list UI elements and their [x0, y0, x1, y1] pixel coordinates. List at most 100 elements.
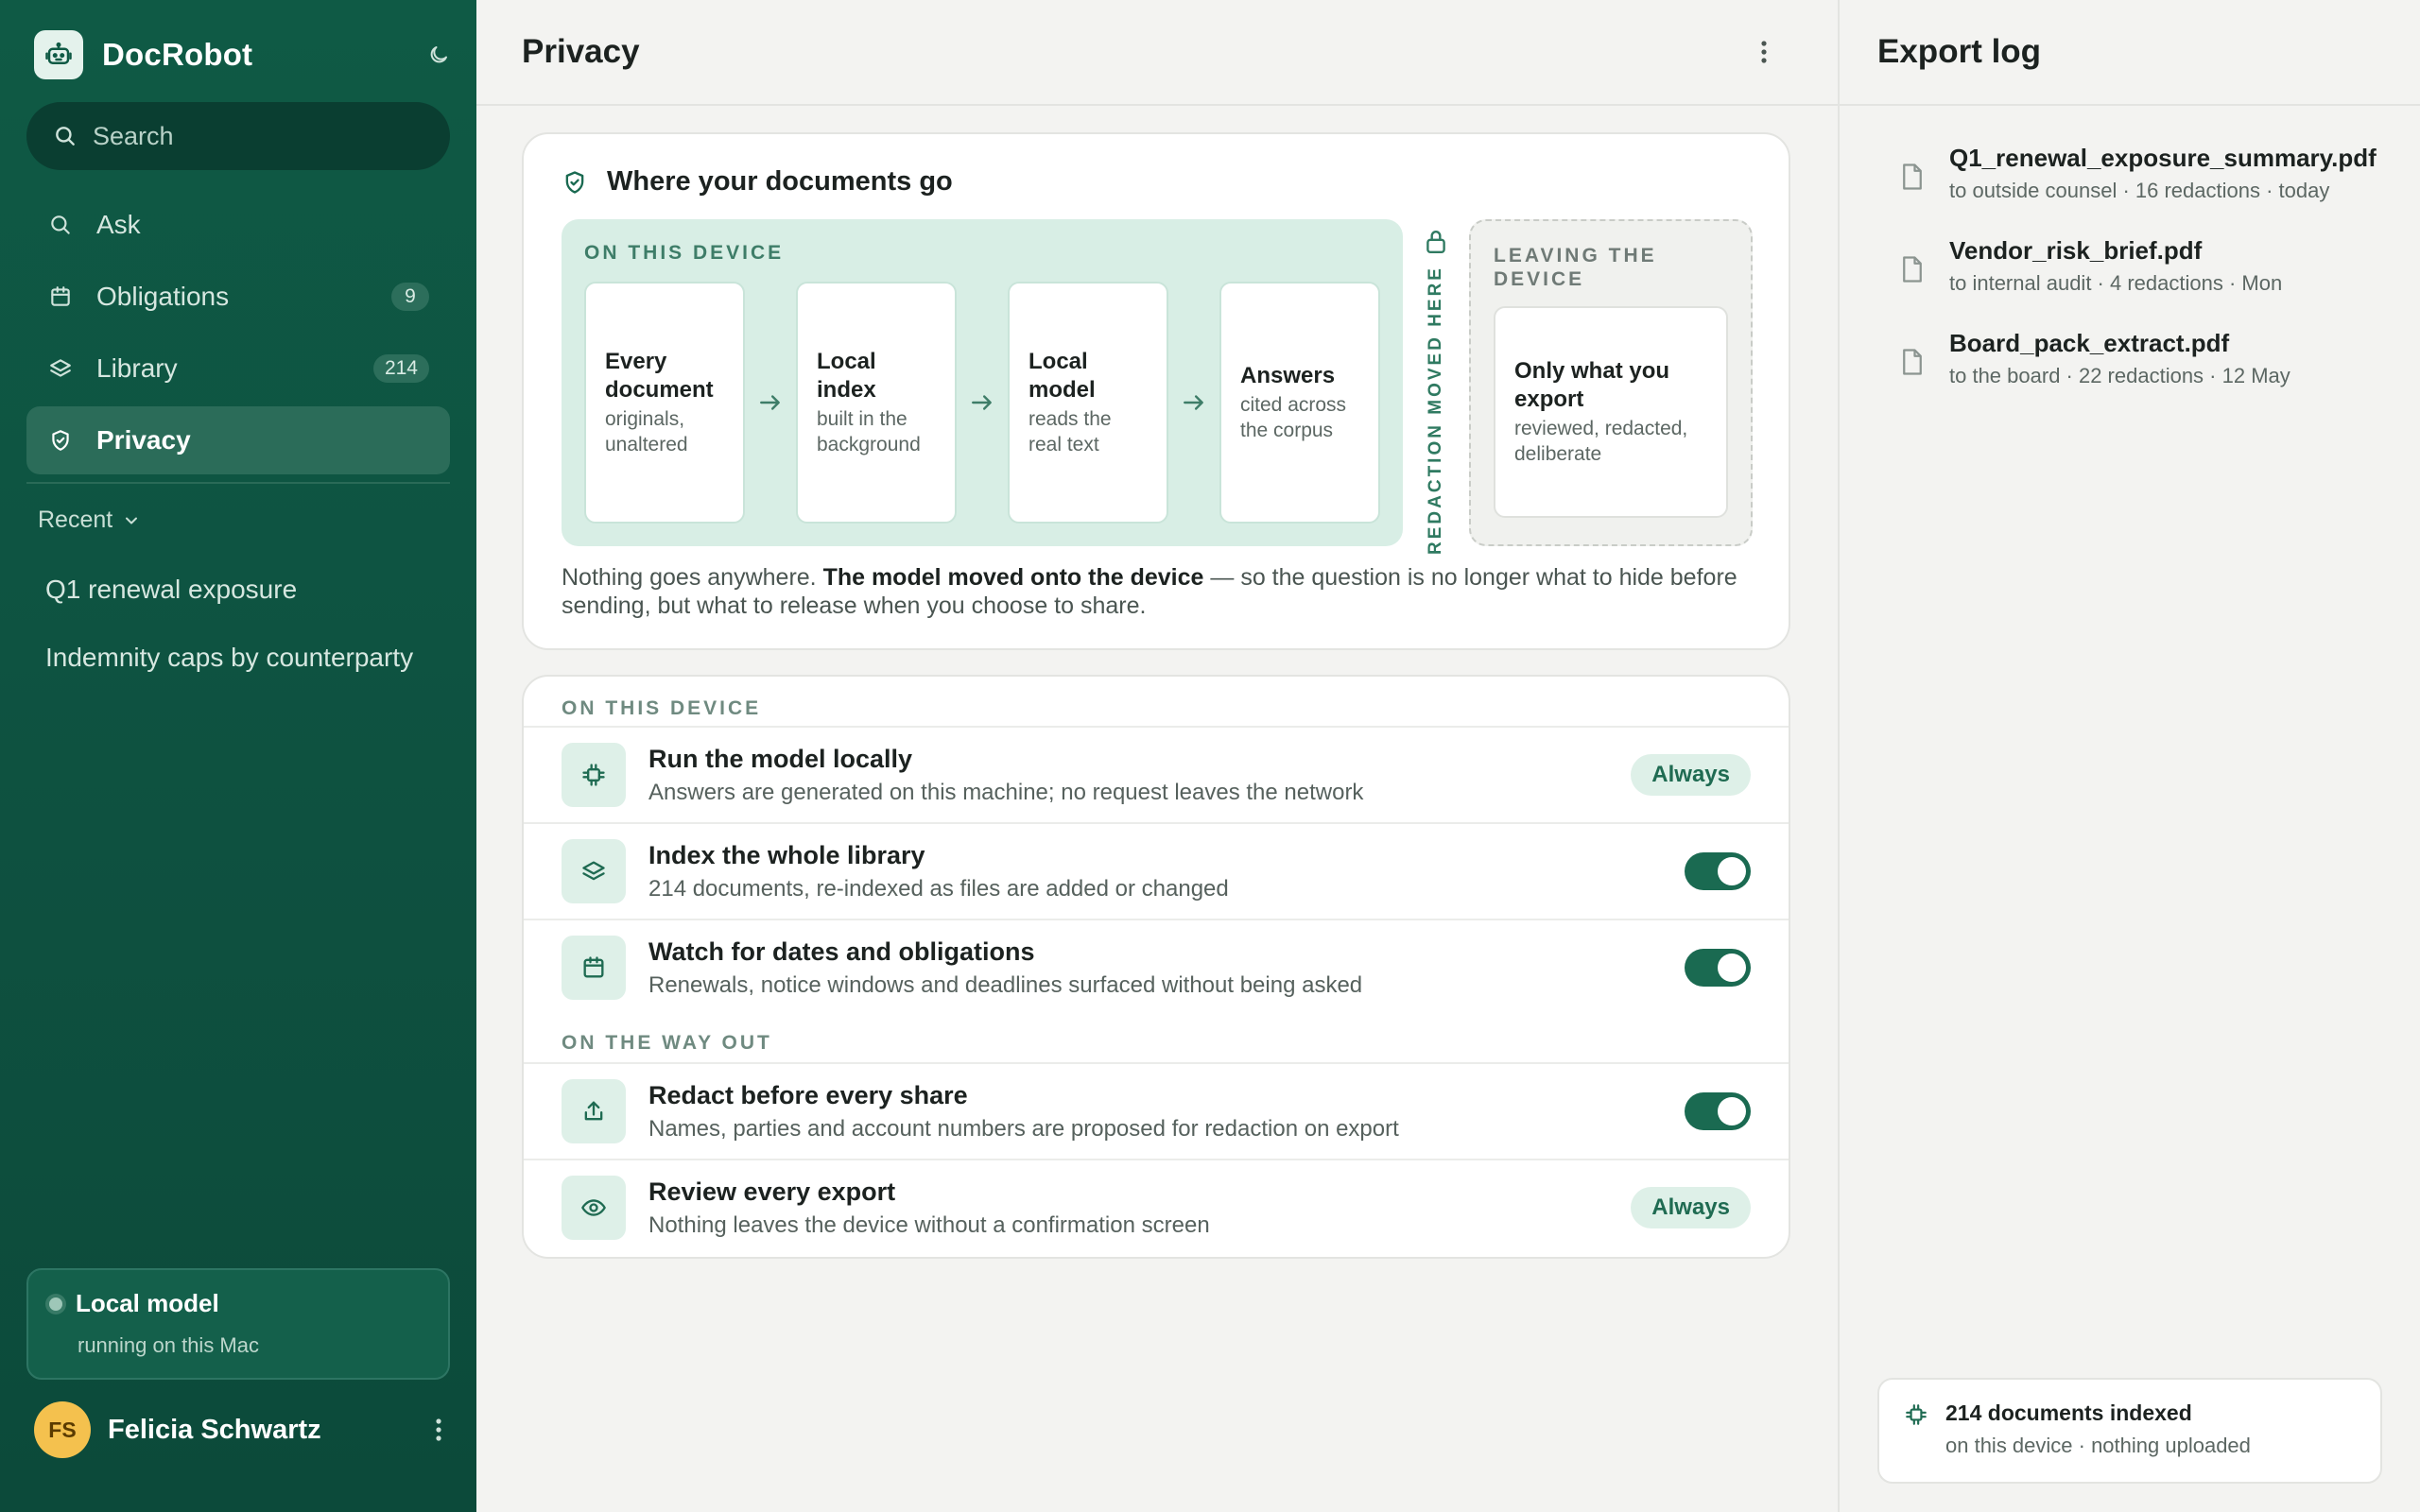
count-badge: 9: [391, 283, 429, 311]
setting-index-library: Index the whole library 214 documents, r…: [524, 822, 1789, 919]
sidebar-item-label: Ask: [96, 210, 141, 239]
note-prefix: Nothing goes anywhere.: [562, 564, 823, 591]
main-content: Privacy Where your documents go ON THIS …: [476, 0, 1838, 1512]
local-model-title: Local model: [76, 1289, 219, 1317]
search-box[interactable]: [26, 102, 450, 170]
shield-check-icon: [565, 170, 584, 194]
step-title: Only what you export: [1514, 358, 1670, 412]
user-menu[interactable]: FS Felicia Schwartz: [34, 1401, 450, 1458]
setting-title: Redact before every share: [648, 1080, 968, 1109]
calendar-icon: [562, 936, 626, 1000]
on-device-zone: ON THIS DEVICE Every document originals,…: [562, 219, 1403, 546]
sidebar-item-privacy[interactable]: Privacy: [26, 406, 450, 474]
arrow-right-icon: [966, 389, 998, 416]
flow-title: Where your documents go: [607, 166, 953, 197]
setting-title: Index the whole library: [648, 840, 925, 869]
user-name: Felicia Schwartz: [108, 1414, 321, 1445]
data-flow-card: Where your documents go ON THIS DEVICE E…: [522, 132, 1790, 650]
theme-toggle-button[interactable]: [420, 36, 458, 74]
zone-label: LEAVING THE DEVICE: [1494, 245, 1657, 290]
export-log-item[interactable]: Q1_renewal_exposure_summary.pdf to outsi…: [1900, 144, 2401, 236]
setting-description: Names, parties and account numbers are p…: [648, 1115, 1399, 1142]
sidebar-nav: Ask Obligations 9 Library 214 Privacy: [26, 191, 450, 478]
index-status-card: 214 documents indexed on this device · n…: [1877, 1378, 2382, 1484]
setting-review-export: Review every export Nothing leaves the d…: [524, 1159, 1789, 1255]
setting-description: Answers are generated on this machine; n…: [648, 779, 1364, 805]
user-more-button[interactable]: [422, 1413, 456, 1447]
flow-header: Where your documents go: [562, 166, 953, 198]
setting-redact-share: Redact before every share Names, parties…: [524, 1062, 1789, 1159]
step-title: Answers: [1240, 363, 1336, 388]
redact-share-toggle[interactable]: [1685, 1092, 1751, 1130]
export-log-list: Q1_renewal_exposure_summary.pdf to outsi…: [1900, 144, 2401, 421]
setting-title: Run the model locally: [648, 744, 913, 773]
sidebar-item-library[interactable]: Library 214: [26, 335, 450, 403]
status-dot: [49, 1297, 62, 1311]
local-model-status: Local model running on this Mac: [26, 1268, 450, 1380]
eye-icon: [562, 1176, 626, 1240]
export-log-title: Export log: [1877, 33, 2042, 70]
local-model-subtitle: running on this Mac: [78, 1333, 259, 1357]
sidebar-item-ask[interactable]: Ask: [26, 191, 450, 259]
layers-icon: [562, 839, 626, 903]
zone-label: ON THIS DEVICE: [584, 242, 785, 264]
step-title: Local model: [1028, 349, 1096, 403]
search-icon: [56, 127, 75, 146]
search-input[interactable]: [93, 121, 433, 151]
export-log-item[interactable]: Board_pack_extract.pdf to the board · 22…: [1900, 329, 2401, 421]
calendar-icon: [45, 282, 76, 312]
step-subtitle: built in the background: [817, 408, 921, 455]
chip-icon: [562, 743, 626, 807]
sidebar: DocRobot Ask Obligations 9: [0, 0, 476, 1512]
brand: DocRobot: [34, 30, 450, 79]
recent-label: Recent: [38, 507, 113, 533]
recent-list: Q1 renewal exposure Indemnity caps by co…: [45, 556, 452, 692]
shield-check-icon: [45, 425, 76, 455]
avatar: FS: [34, 1401, 91, 1458]
redaction-boundary: REDACTION MOVED HERE: [1418, 229, 1454, 555]
file-icon: [1903, 349, 1922, 375]
file-icon: [1903, 163, 1922, 190]
setting-title: Review every export: [648, 1177, 896, 1206]
robot-logo-icon: [34, 30, 83, 79]
count-badge: 214: [372, 354, 429, 383]
setting-title: Watch for dates and obligations: [648, 936, 1035, 966]
export-log-item[interactable]: Vendor_risk_brief.pdf to internal audit …: [1900, 236, 2401, 329]
always-badge: Always: [1631, 754, 1751, 796]
page-title: Privacy: [522, 33, 640, 70]
more-options-button[interactable]: [1747, 35, 1781, 69]
recent-toggle[interactable]: Recent: [38, 507, 141, 534]
chevron-down-icon: [126, 517, 138, 524]
export-log-header: Export log: [1840, 0, 2420, 106]
flow-step-documents: Every document originals, unaltered: [584, 282, 745, 524]
more-vertical-icon: [1761, 41, 1767, 63]
watch-dates-toggle[interactable]: [1685, 949, 1751, 987]
sidebar-item-label: Privacy: [96, 425, 191, 455]
flow-note: Nothing goes anywhere. The model moved o…: [562, 563, 1753, 620]
redaction-label: REDACTION MOVED HERE: [1426, 266, 1445, 555]
setting-run-model-locally: Run the model locally Answers are genera…: [524, 726, 1789, 822]
export-file-name: Q1_renewal_exposure_summary.pdf: [1949, 144, 2377, 172]
sidebar-item-obligations[interactable]: Obligations 9: [26, 263, 450, 331]
more-vertical-icon: [436, 1418, 441, 1441]
recent-item[interactable]: Q1 renewal exposure: [45, 556, 452, 624]
note-emphasis: The model moved onto the device: [822, 564, 1204, 591]
flow-step-answers: Answers cited across the corpus: [1219, 282, 1380, 524]
step-title: Local index: [817, 349, 876, 403]
step-subtitle: cited across the corpus: [1240, 394, 1347, 441]
privacy-settings-card: ON THIS DEVICE Run the model locally Ans…: [522, 675, 1790, 1259]
lock-icon: [1426, 231, 1445, 253]
arrow-right-icon: [1178, 389, 1210, 416]
search-icon: [45, 210, 76, 240]
nav-divider: [26, 482, 450, 484]
setting-description: Nothing leaves the device without a conf…: [648, 1211, 1210, 1238]
always-badge: Always: [1631, 1187, 1751, 1228]
index-status-subtitle: on this device · nothing uploaded: [1945, 1434, 2251, 1457]
app-name: DocRobot: [102, 37, 253, 72]
export-log-panel: Export log Q1_renewal_exposure_summary.p…: [1838, 0, 2420, 1512]
flow-step-model: Local model reads the real text: [1008, 282, 1168, 524]
export-file-name: Vendor_risk_brief.pdf: [1949, 236, 2203, 265]
recent-item[interactable]: Indemnity caps by counterparty: [45, 624, 452, 692]
index-library-toggle[interactable]: [1685, 852, 1751, 890]
layers-icon: [45, 353, 76, 384]
